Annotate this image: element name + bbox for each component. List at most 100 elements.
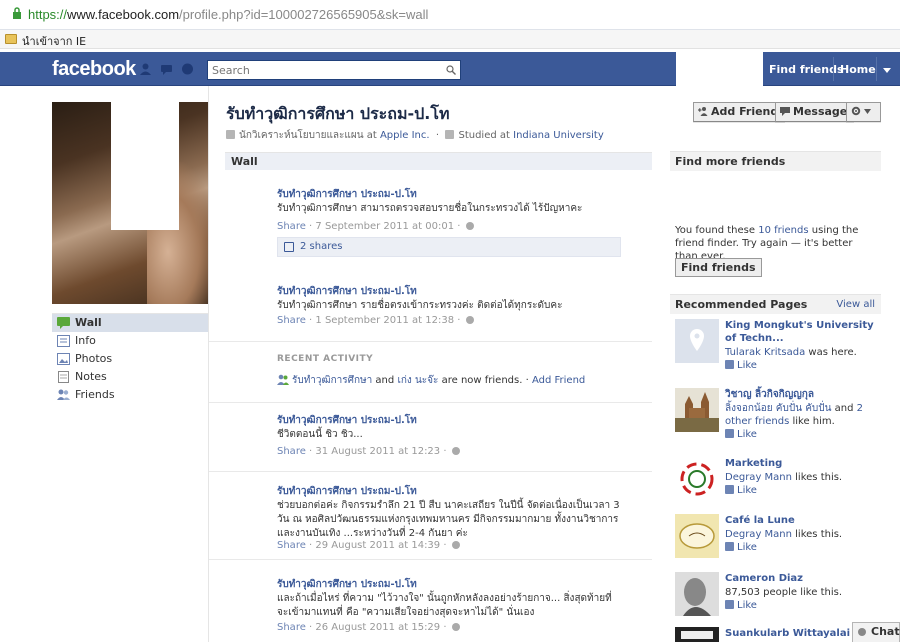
recommended-page: Marketing Degray Mann likes this. Like	[675, 457, 881, 507]
chat-bar[interactable]: Chat	[852, 622, 900, 642]
chat-label: Chat	[871, 625, 900, 638]
nav-item-friends[interactable]: Friends	[52, 386, 208, 404]
page-social-line: Tularak Kritsada was here.	[725, 346, 881, 359]
like-button[interactable]: Like	[725, 485, 757, 496]
page-social-text: was here.	[808, 347, 857, 358]
settings-dropdown-button[interactable]	[846, 102, 881, 122]
page-social-line: Degray Mann likes this.	[725, 471, 881, 484]
favorites-import-link[interactable]: นำเข้าจาก IE	[22, 32, 86, 50]
home-link[interactable]: Home	[840, 63, 876, 76]
thumbs-up-icon	[725, 600, 734, 609]
share-link[interactable]: Share	[277, 622, 306, 633]
page-title-link[interactable]: Cameron Diaz	[725, 572, 875, 585]
like-label: Like	[737, 360, 757, 371]
nav-item-info[interactable]: Info	[52, 332, 208, 350]
like-button[interactable]: Like	[725, 360, 757, 371]
story-message: รับทำวุฒิการศึกษา สามารถตรวจสอบรายชื่อใน…	[277, 203, 583, 214]
add-friend-button[interactable]: Add Friend	[693, 102, 786, 122]
view-all-link[interactable]: View all	[836, 295, 875, 315]
like-button[interactable]: Like	[725, 429, 757, 440]
story-timestamp[interactable]: 1 September 2011 at 12:38	[315, 315, 454, 326]
story-author-link[interactable]: รับทำวุฒิการศึกษา ประถม-ป.โท	[277, 187, 417, 202]
page-title-link[interactable]: Marketing	[725, 457, 875, 470]
profile-nav: Wall Info Photos Notes Friends	[52, 313, 208, 404]
marketing-logo[interactable]	[675, 457, 719, 501]
activity-actor-link[interactable]: รับทำวุฒิการศึกษา	[292, 375, 372, 386]
page-social-line: ลิ้งจอกน้อย คับปั่น คับปั่น and 2 other …	[725, 402, 881, 428]
left-column: Wall Info Photos Notes Friends	[52, 102, 208, 404]
nav-label: Notes	[75, 370, 107, 383]
share-link[interactable]: Share	[277, 315, 306, 326]
message-button[interactable]: Message	[775, 102, 855, 122]
page-title-link[interactable]: King Mongkut's University of Techn...	[725, 319, 875, 345]
friends-count-link[interactable]: 10 friends	[758, 225, 808, 236]
account-menu-chevron-icon[interactable]	[883, 68, 891, 73]
studied-prefix: Studied at	[458, 130, 510, 141]
profile-subtitle: นักวิเคราะห์นโยบายและแผน at Apple Inc. ·…	[226, 128, 604, 143]
share-link[interactable]: Share	[277, 221, 306, 232]
story-timestamp[interactable]: 29 August 2011 at 14:39	[315, 540, 440, 551]
like-button[interactable]: Like	[725, 542, 757, 553]
recent-activity-row: รับทำวุฒิการศึกษา and เก่ง นะจ๊ะ are now…	[277, 373, 585, 388]
search-box[interactable]	[207, 60, 461, 80]
page-title-link[interactable]: Café la Lune	[725, 514, 875, 527]
page-friend-link[interactable]: ลิ้งจอกน้อย คับปั่น คับปั่น	[725, 403, 831, 414]
story-message: และถ้าเมื่อไหร่ ที่ความ "ไว้วางใจ" นั้นถ…	[277, 593, 612, 618]
redacted-face	[111, 102, 179, 230]
activity-add-friend-link[interactable]: Add Friend	[532, 375, 585, 386]
story-timestamp[interactable]: 26 August 2011 at 15:29	[315, 622, 440, 633]
shares-count[interactable]: 2 shares	[300, 241, 342, 252]
nav-separator	[833, 57, 834, 81]
add-friend-label: Add Friend	[711, 105, 779, 118]
info-icon	[57, 335, 70, 347]
story-author-link[interactable]: รับทำวุฒิการศึกษา ประถม-ป.โท	[277, 413, 417, 428]
thumbs-up-icon	[725, 485, 734, 494]
school-link[interactable]: Indiana University	[513, 130, 604, 141]
share-link[interactable]: Share	[277, 540, 306, 551]
find-more-friends-header: Find more friends	[670, 151, 881, 171]
work-link[interactable]: Apple Inc.	[380, 130, 430, 141]
story-author-link[interactable]: รับทำวุฒิการศึกษา ประถม-ป.โท	[277, 284, 417, 299]
nav-item-notes[interactable]: Notes	[52, 368, 208, 386]
find-friends-button[interactable]: Find friends	[675, 258, 762, 277]
school-photo[interactable]	[675, 627, 719, 642]
add-friend-icon	[698, 107, 708, 116]
story-timestamp[interactable]: 31 August 2011 at 12:23	[315, 446, 440, 457]
cafe-logo[interactable]	[675, 514, 719, 558]
story-timestamp[interactable]: 7 September 2011 at 00:01	[315, 221, 454, 232]
place-pin-icon[interactable]	[675, 319, 719, 363]
facebook-logo[interactable]: facebook	[52, 58, 136, 81]
messages-icon[interactable]	[160, 63, 173, 75]
recent-activity-header: RECENT ACTIVITY	[277, 354, 374, 364]
story-author-link[interactable]: รับทำวุฒิการศึกษา ประถม-ป.โท	[277, 577, 417, 592]
story-author-link[interactable]: รับทำวุฒิการศึกษา ประถม-ป.โท	[277, 484, 417, 499]
nav-label: Friends	[75, 388, 115, 401]
address-bar[interactable]: https://www.facebook.com/profile.php?id=…	[0, 0, 900, 30]
chat-status-icon	[858, 628, 866, 636]
like-button[interactable]: Like	[725, 600, 757, 611]
profile-picture[interactable]	[52, 102, 208, 304]
recommended-page: Cameron Diaz 87,503 people like this. Li…	[675, 572, 881, 622]
recent-activity: RECENT ACTIVITY รับทำวุฒิการศึกษา and เก…	[209, 343, 652, 403]
page-friend-link[interactable]: Tularak Kritsada	[725, 347, 805, 358]
recommended-title: Recommended Pages	[675, 298, 808, 311]
lock-icon	[13, 7, 21, 19]
page-title-link[interactable]: วิชาญ ลิ้วกิจกิญญกุล	[725, 388, 875, 401]
search-icon[interactable]	[446, 65, 456, 75]
search-input[interactable]	[208, 61, 438, 79]
wall-header: Wall	[225, 152, 652, 170]
nav-item-photos[interactable]: Photos	[52, 350, 208, 368]
page-friend-link[interactable]: Degray Mann	[725, 529, 792, 540]
activity-friend-link[interactable]: เก่ง นะจ๊ะ	[397, 375, 438, 386]
share-link[interactable]: Share	[277, 446, 306, 457]
like-label: Like	[737, 542, 757, 553]
url-text[interactable]: https://www.facebook.com/profile.php?id=…	[28, 7, 428, 22]
message-icon	[780, 107, 790, 116]
page-friend-link[interactable]: Degray Mann	[725, 472, 792, 483]
notifications-globe-icon[interactable]	[181, 63, 194, 75]
friend-requests-icon[interactable]	[139, 63, 152, 75]
church-photo[interactable]	[675, 388, 719, 432]
shares-box[interactable]: 2 shares	[277, 237, 621, 257]
cameron-diaz-photo[interactable]	[675, 572, 719, 616]
nav-item-wall[interactable]: Wall	[52, 314, 208, 332]
